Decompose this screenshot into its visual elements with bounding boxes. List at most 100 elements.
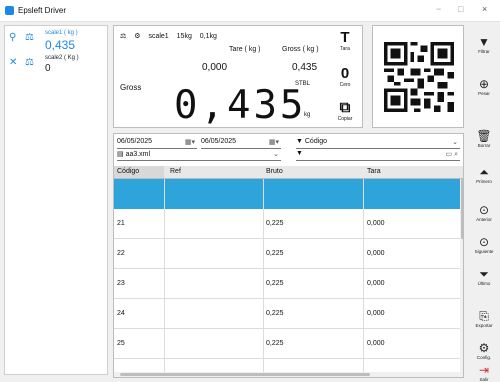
app-logo-icon [5, 6, 14, 15]
delete-button[interactable]: 🗑 Borrar [470, 129, 498, 148]
scale-icon: ⚖ [25, 32, 34, 43]
last-button[interactable]: ⏷ Último [470, 267, 498, 286]
first-icon: ⏶ [479, 165, 489, 179]
scale-info-capacity: 15kg [176, 33, 192, 40]
close-button[interactable]: × [482, 4, 487, 14]
table-header: Código Ref Bruto Tara [114, 166, 463, 179]
cell-gross: 0,225 [266, 310, 284, 317]
records-panel: 06/05/2025 ▦▾ 06/05/2025 ▦▾ ▤ aa3.xml ⌄ … [113, 133, 464, 378]
zero-icon: 0 [340, 65, 350, 82]
next-button[interactable]: ⊙ Siguiente [470, 235, 498, 254]
table-row[interactable]: 24 0,225 0,000 [114, 299, 460, 329]
calendar-icon[interactable]: ▦▾ [269, 138, 279, 146]
file-icon: ▤ [117, 151, 126, 158]
weigh-label: Pesar [478, 91, 490, 96]
scale-value: 0,435 [45, 38, 76, 52]
tare-button[interactable]: T Tara [330, 30, 360, 53]
gear-icon: ⚙ [478, 341, 490, 355]
cell-tare: 0,000 [367, 250, 385, 257]
next-label: Siguiente [474, 249, 494, 254]
cell-code: 25 [117, 340, 125, 347]
qr-code-panel [372, 25, 464, 128]
scale-info-division: 0,1kg [199, 33, 217, 40]
filter-label: Filtrar [478, 49, 490, 54]
link-icon: ⚲ [9, 32, 17, 43]
table-row[interactable]: 22 0,225 0,000 [114, 239, 460, 269]
first-button[interactable]: ⏶ Primero [470, 165, 498, 184]
first-label: Primero [476, 179, 492, 184]
minimize-button[interactable]: − [436, 4, 441, 14]
table-row[interactable]: 25 0,225 0,000 [114, 329, 460, 359]
table-row[interactable]: 23 0,225 0,000 [114, 269, 460, 299]
date-to-field[interactable]: 06/05/2025 ▦▾ [201, 138, 281, 149]
selected-row[interactable] [114, 179, 460, 209]
maximize-button[interactable]: □ [458, 4, 463, 14]
vertical-scrollbar[interactable] [460, 179, 463, 377]
scrollbar-thumb[interactable] [120, 373, 370, 376]
filter-button[interactable]: ▼ Filtrar [470, 35, 498, 54]
cell-gross: 0,225 [266, 280, 284, 287]
copy-button[interactable]: ⧉ Copiar [330, 99, 360, 123]
up-circle-icon: ⊙ [478, 203, 490, 217]
zero-button[interactable]: 0 Cero [330, 65, 360, 89]
chevron-down-icon: ⌄ [452, 139, 458, 146]
previous-button[interactable]: ⊙ Anterior [470, 203, 498, 222]
qr-code-icon [384, 42, 454, 112]
column-divider [363, 179, 364, 377]
app-window: Epsleft Driver − □ × ⚲ ⚖ scale1 ( kg ) 0… [0, 0, 500, 382]
search-field[interactable]: ▼ ▭ ⌕ [296, 150, 460, 161]
column-header[interactable]: Tara [367, 168, 381, 175]
search-icon[interactable]: ▭ ⌕ [446, 150, 458, 159]
exit-icon: ⇥ [478, 363, 490, 377]
scale-item-2[interactable]: ✕ ⚖ scale2 ( Kg ) 0 [9, 55, 107, 83]
cell-code: 23 [117, 280, 125, 287]
table-row[interactable]: 21 0,225 0,000 [114, 209, 460, 239]
date-from-field[interactable]: 06/05/2025 ▦▾ [117, 138, 197, 149]
column-divider [263, 179, 264, 377]
scale-item-1[interactable]: ⚲ ⚖ scale1 ( kg ) 0,435 [9, 30, 107, 58]
scale-icon: ⚖ [25, 57, 34, 68]
column-header[interactable]: Ref [170, 168, 181, 175]
last-icon: ⏷ [479, 267, 489, 281]
export-label: Exportar [475, 323, 493, 328]
tare-label: Tare ( kg ) [229, 46, 261, 53]
scale-icon: ⚖ [120, 33, 127, 40]
column-divider [164, 179, 165, 377]
zero-button-label: Cero [339, 82, 351, 88]
scrollbar-thumb[interactable] [461, 179, 463, 239]
down-circle-icon: ⊙ [478, 235, 490, 249]
file-value: aa3.xml [125, 151, 151, 158]
tare-value: 0,000 [202, 62, 228, 73]
date-from-value: 06/05/2025 [117, 138, 153, 145]
weigh-button[interactable]: ⊕ Pesar [470, 77, 498, 96]
plus-circle-icon: ⊕ [478, 77, 490, 91]
funnel-icon: ▼ [296, 150, 303, 157]
exit-button[interactable]: ⇥ Salir [470, 363, 498, 382]
cell-tare: 0,000 [367, 310, 385, 317]
copy-icon: ⧉ [339, 99, 351, 116]
tare-button-label: Tara [340, 46, 350, 52]
column-header[interactable]: Código [114, 166, 164, 178]
file-select[interactable]: ▤ aa3.xml ⌄ [117, 150, 281, 161]
gross-side-label: Gross [120, 83, 142, 92]
disconnected-icon: ✕ [9, 57, 18, 68]
unit-label: kg [304, 112, 311, 118]
config-button[interactable]: ⚙ Config. [470, 341, 498, 360]
date-to-value: 06/05/2025 [201, 138, 237, 145]
calendar-icon[interactable]: ▦▾ [185, 138, 195, 146]
scale-name: scale1 ( kg ) [45, 30, 78, 36]
gross-label: Gross ( kg ) [282, 46, 319, 53]
funnel-icon: ▼ [478, 35, 490, 49]
last-label: Último [477, 281, 491, 286]
cell-gross: 0,225 [266, 220, 284, 227]
cell-code: 24 [117, 310, 125, 317]
config-label: Config. [476, 355, 492, 360]
field-select[interactable]: ▼ Código ⌄ [296, 138, 460, 149]
export-button[interactable]: ⎘ Exportar [470, 309, 498, 328]
chevron-down-icon: ⌄ [273, 151, 279, 158]
horizontal-scrollbar[interactable] [114, 372, 463, 377]
trash-icon: 🗑 [476, 129, 492, 143]
column-header[interactable]: Bruto [266, 168, 283, 175]
gross-value: 0,435 [292, 62, 318, 73]
cell-gross: 0,225 [266, 250, 284, 257]
